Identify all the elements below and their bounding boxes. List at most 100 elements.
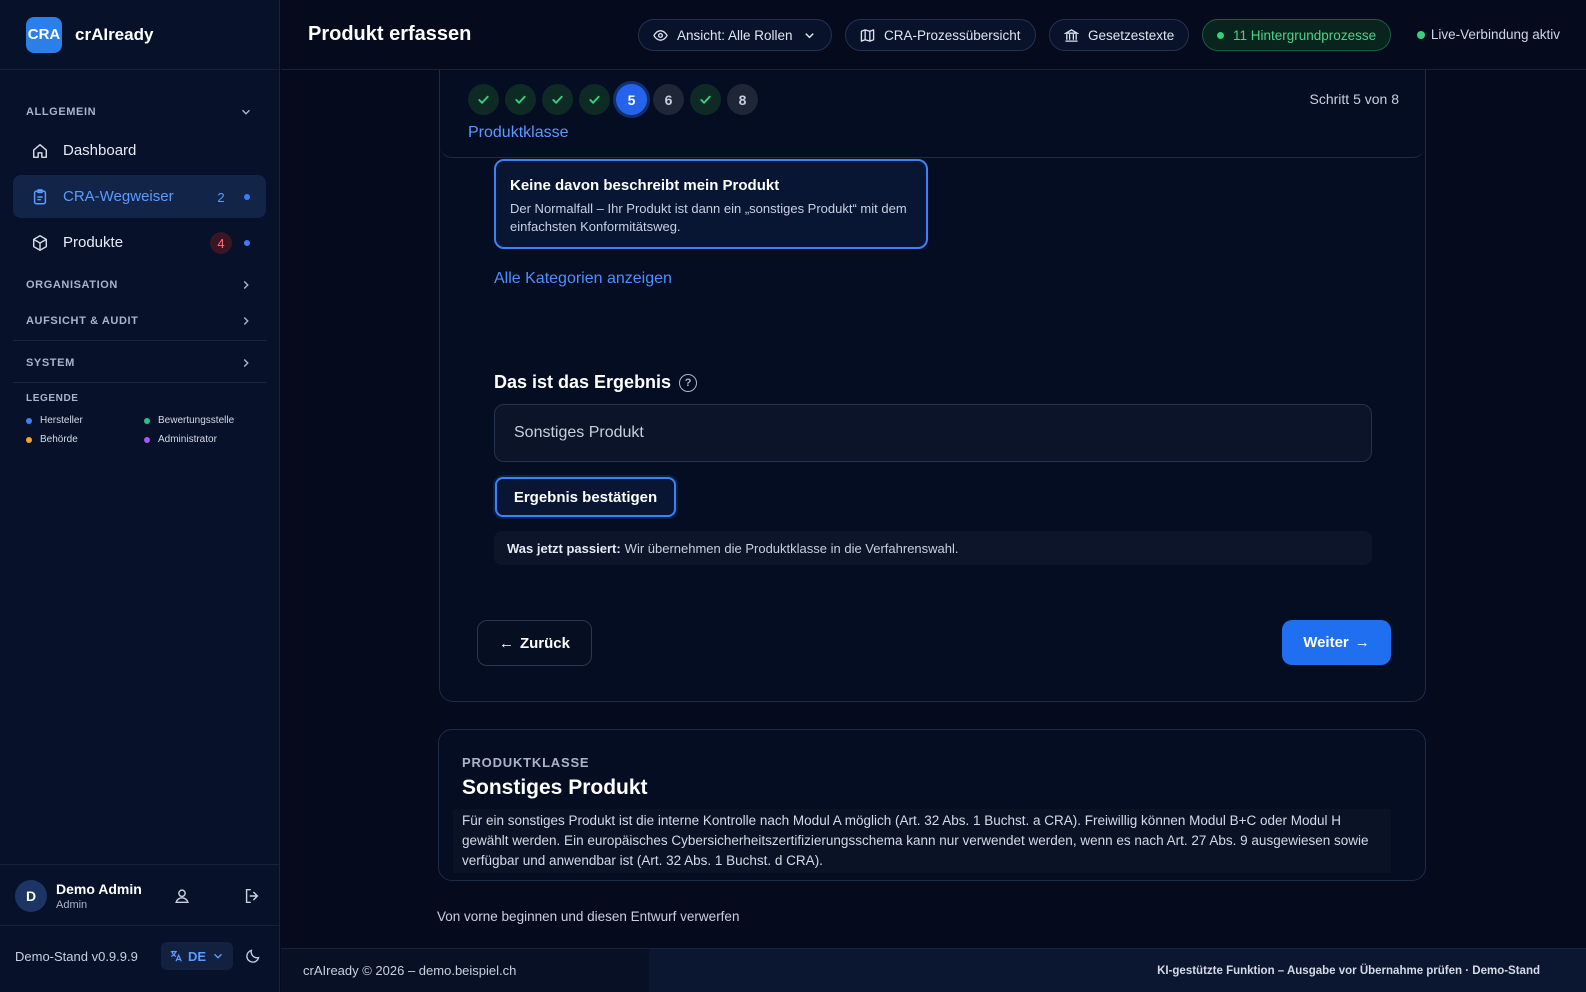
step-5[interactable]: 5 — [616, 84, 647, 115]
app-logo: CRA — [26, 16, 62, 53]
legend-label: Behörde — [40, 434, 78, 445]
chevron-right-icon — [243, 281, 249, 289]
legend-dot — [26, 417, 32, 424]
legend-label: Bewertungsstelle — [158, 415, 235, 426]
info-bold: Was jetzt passiert: — [507, 540, 621, 556]
next-button[interactable]: Weiter → — [1282, 620, 1391, 665]
status-dot — [1416, 30, 1425, 39]
step-2[interactable] — [505, 84, 536, 115]
count-badge: 2 — [217, 189, 225, 205]
legend-dot — [144, 436, 150, 443]
step-3[interactable] — [542, 84, 573, 115]
arrow-left-icon: ← — [498, 634, 514, 652]
step-6[interactable]: 6 — [653, 84, 684, 115]
building-columns-icon — [1064, 28, 1079, 42]
chevron-down-icon — [242, 109, 250, 115]
result-heading-text: Das ist das Ergebnis — [494, 372, 672, 392]
product-class-kicker: PRODUKTKLASSE — [462, 755, 590, 770]
process-overview-button[interactable]: CRA-Prozessübersicht — [845, 19, 1036, 51]
legend-item: Bewertungsstelle — [144, 415, 234, 426]
help-icon[interactable]: ? — [679, 373, 698, 392]
section-aufsicht-label: AUFSICHT & AUDIT — [26, 315, 139, 327]
check-icon — [700, 95, 711, 104]
section-organisation-label: ORGANISATION — [26, 279, 118, 291]
user-profile-icon[interactable] — [173, 887, 191, 905]
page-title: Produkt erfassen — [308, 23, 472, 45]
section-allgemein[interactable]: ALLGEMEIN — [26, 105, 253, 119]
language-value: DE — [187, 948, 207, 964]
dark-mode-icon[interactable] — [245, 947, 262, 964]
back-label: Zurück — [519, 634, 570, 652]
legend-label: Administrator — [158, 434, 217, 445]
sidebar-item-produkte[interactable]: Produkte 4 — [13, 221, 266, 264]
result-field[interactable]: Sonstiges Produkt — [494, 404, 1372, 462]
check-icon — [589, 95, 600, 104]
section-aufsicht[interactable]: AUFSICHT & AUDIT — [26, 314, 253, 328]
stepper: 5 6 8 Produktklasse Schritt 5 von 8 — [440, 70, 1425, 158]
product-class-text: Für ein sonstiges Produkt ist die intern… — [453, 809, 1391, 873]
map-icon — [860, 28, 875, 42]
chevron-right-icon — [243, 317, 249, 325]
legend-dot — [26, 436, 32, 443]
view-role-label: Ansicht: Alle Rollen — [677, 27, 793, 43]
product-class-card: PRODUKTKLASSE Sonstiges Produkt Für ein … — [438, 729, 1426, 881]
clipboard-icon — [33, 188, 47, 204]
sidebar: CRA crAIready ALLGEMEIN Dashboard CRA-We… — [0, 0, 280, 992]
divider — [13, 340, 266, 341]
logout-icon[interactable] — [243, 887, 261, 905]
law-texts-button[interactable]: Gesetzestexte — [1049, 19, 1190, 51]
restart-link[interactable]: Von vorne beginnen und diesen Entwurf ve… — [437, 909, 739, 924]
step-label: Produktklasse — [468, 124, 569, 141]
chevron-down-icon — [214, 953, 223, 959]
section-organisation[interactable]: ORGANISATION — [26, 278, 253, 292]
sidebar-item-label: Produkte — [63, 234, 124, 251]
language-select[interactable]: DE — [161, 942, 233, 970]
sidebar-item-label: Dashboard — [63, 142, 137, 159]
footer-notice: KI-gestützte Funktion – Ausgabe vor Über… — [649, 948, 1586, 992]
count-badge: 4 — [210, 232, 232, 254]
live-status: Live-Verbindung aktiv — [1416, 27, 1560, 42]
arrow-right-icon: → — [1354, 634, 1370, 651]
step-4[interactable] — [579, 84, 610, 115]
step-8[interactable]: 8 — [727, 84, 758, 115]
confirm-result-button[interactable]: Ergebnis bestätigen — [495, 477, 676, 517]
status-dot — [244, 194, 250, 200]
app-name: crAIready — [75, 24, 154, 44]
option-description: Der Normalfall – Ihr Produkt ist dann ei… — [510, 201, 907, 234]
view-role-select[interactable]: Ansicht: Alle Rollen — [638, 19, 832, 51]
result-heading: Das ist das Ergebnis ? — [494, 372, 698, 393]
back-button[interactable]: ← Zurück — [477, 620, 592, 666]
section-system[interactable]: SYSTEM — [26, 356, 253, 370]
product-class-title: Sonstiges Produkt — [462, 776, 648, 799]
legend-item: Hersteller — [26, 415, 83, 426]
legend-item: Administrator — [144, 434, 217, 445]
sidebar-item-cra-wegweiser[interactable]: CRA-Wegweiser 2 — [13, 175, 266, 218]
translate-icon — [170, 950, 182, 962]
background-jobs-button[interactable]: 11 Hintergrundprozesse — [1202, 19, 1392, 51]
avatar: D — [15, 880, 47, 912]
legend-title: LEGENDE — [26, 393, 79, 404]
version-label: Demo-Stand v0.9.9.9 — [15, 949, 138, 964]
check-icon — [552, 95, 563, 104]
divider — [13, 382, 266, 383]
check-icon — [478, 95, 489, 104]
step-7[interactable] — [690, 84, 721, 115]
step-1[interactable] — [468, 84, 499, 115]
legend-dot — [144, 417, 150, 424]
next-label: Weiter — [1303, 634, 1349, 651]
show-all-categories-link[interactable]: Alle Kategorien anzeigen — [494, 270, 672, 288]
process-overview-label: CRA-Prozessübersicht — [884, 27, 1021, 43]
user-role: Admin — [56, 899, 88, 911]
chevron-right-icon — [243, 359, 249, 367]
info-bar: Was jetzt passiert: Wir übernehmen die P… — [494, 531, 1372, 565]
option-none-applies[interactable]: Keine davon beschreibt mein Produkt Der … — [494, 159, 928, 249]
user-box: D Demo Admin Admin — [0, 864, 280, 926]
home-icon — [32, 143, 48, 158]
footer-copyright: crAIready © 2026 – demo.beispiel.ch — [281, 948, 649, 992]
brand[interactable]: CRA crAIready — [0, 0, 279, 70]
sidebar-item-dashboard[interactable]: Dashboard — [13, 129, 266, 172]
eye-icon — [653, 29, 668, 41]
section-system-label: SYSTEM — [26, 357, 75, 369]
package-icon — [32, 234, 48, 251]
status-dot — [244, 240, 250, 246]
